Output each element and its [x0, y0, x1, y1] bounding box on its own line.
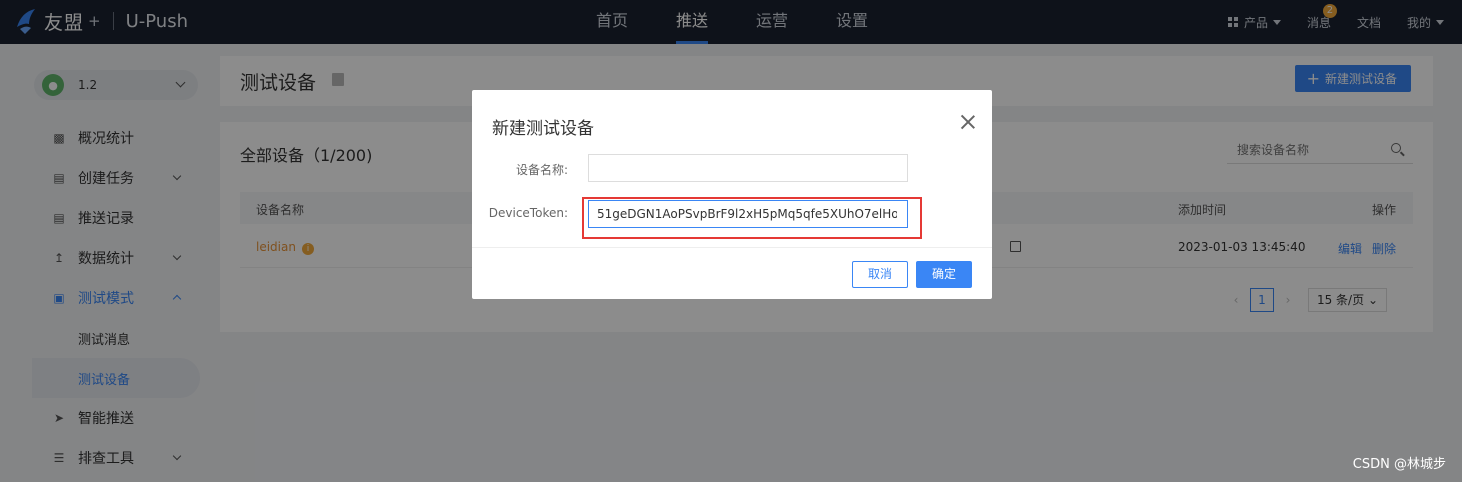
- dialog-title: 新建测试设备: [492, 119, 594, 139]
- watermark: CSDN @林城步: [1352, 457, 1446, 472]
- dialog-divider: [472, 247, 992, 248]
- cancel-button[interactable]: 取消: [852, 261, 908, 288]
- device-name-label: 设备名称:: [515, 163, 568, 177]
- highlight-box: [582, 197, 922, 239]
- confirm-button[interactable]: 确定: [916, 261, 972, 288]
- close-icon[interactable]: [960, 114, 976, 130]
- device-token-label: DeviceToken:: [488, 206, 568, 220]
- device-name-field[interactable]: [588, 154, 908, 182]
- new-device-dialog: 新建测试设备 设备名称: DeviceToken: 取消 确定: [472, 90, 992, 299]
